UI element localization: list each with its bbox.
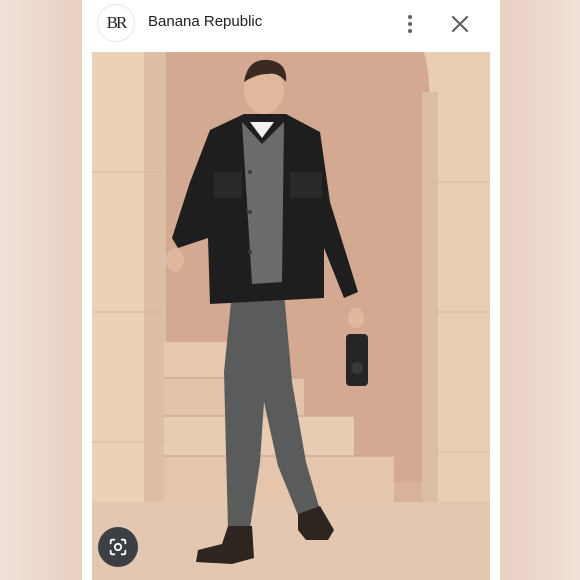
lens-search-button[interactable] [98, 527, 138, 567]
viewer-header: BR Banana Republic [82, 0, 500, 50]
more-vert-dot [408, 22, 412, 26]
lens-search-icon [109, 538, 127, 556]
close-icon [451, 15, 469, 33]
brand-logo[interactable]: BR [98, 5, 134, 41]
product-photo-illustration [92, 52, 490, 580]
product-photo[interactable] [92, 52, 490, 580]
page-background-left [0, 0, 82, 580]
more-vert-dot [408, 29, 412, 33]
more-options-button[interactable] [399, 11, 421, 37]
page-background-right [500, 0, 580, 580]
image-viewer-panel: BR Banana Republic [82, 0, 500, 580]
close-button[interactable] [448, 12, 472, 36]
more-vert-icon [408, 15, 412, 19]
brand-name[interactable]: Banana Republic [148, 13, 262, 30]
